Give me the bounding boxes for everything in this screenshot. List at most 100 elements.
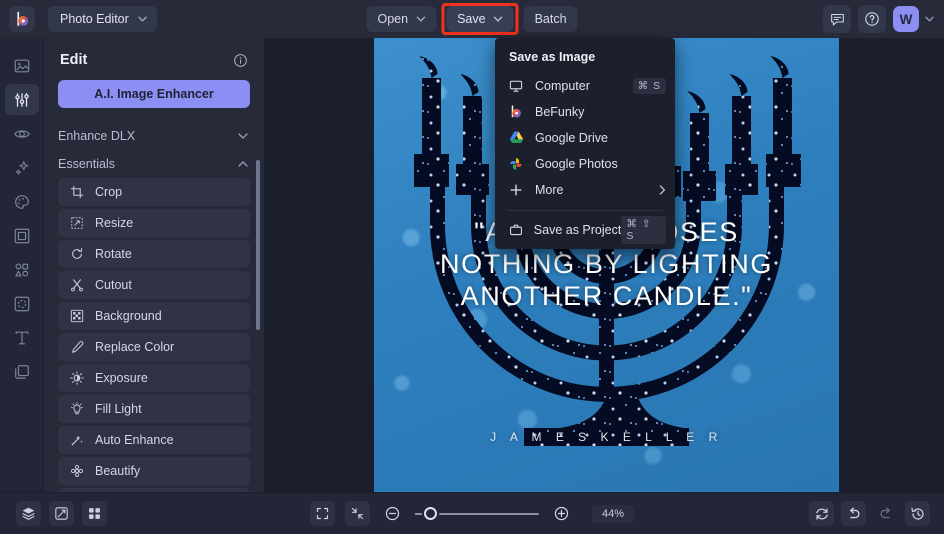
save-label: Save <box>457 12 486 26</box>
chevron-down-icon <box>416 16 425 22</box>
save-menu-item-google-drive[interactable]: Google Drive <box>495 125 675 151</box>
batch-button[interactable]: Batch <box>523 6 578 32</box>
reset-button[interactable] <box>809 501 834 526</box>
open-label: Open <box>377 12 409 26</box>
fit-screen-button[interactable] <box>309 501 335 526</box>
checkerboard-icon <box>69 309 84 324</box>
rotate-icon <box>69 247 84 262</box>
sparkles-icon <box>15 160 28 175</box>
compare-icon <box>55 507 68 520</box>
sliders-icon <box>14 92 29 107</box>
info-icon[interactable] <box>233 53 248 68</box>
eye-icon <box>13 129 30 138</box>
rail-item-cutout[interactable] <box>5 288 39 319</box>
exposure-icon <box>69 371 84 386</box>
module-selector[interactable]: Photo Editor <box>48 6 157 32</box>
google-photos-icon <box>509 157 527 171</box>
batch-label: Batch <box>534 12 567 26</box>
undo-button[interactable] <box>841 501 866 526</box>
zoom-slider-handle[interactable] <box>423 507 437 520</box>
help-circle-icon <box>865 12 879 26</box>
open-button[interactable]: Open <box>366 6 437 32</box>
save-menu-item-save-as-project[interactable]: Save as Project ⌘ ⇧ S <box>495 216 675 244</box>
befunky-logo-button[interactable] <box>9 6 35 32</box>
tool-exposure-label: Exposure <box>95 371 148 385</box>
scissors-icon <box>69 278 84 293</box>
undo-icon <box>849 506 860 518</box>
module-label: Photo Editor <box>60 12 129 26</box>
chevron-down-icon[interactable] <box>925 16 934 22</box>
tool-rotate-label: Rotate <box>95 247 132 261</box>
monitor-icon <box>509 79 527 93</box>
zoom-level[interactable]: 44% <box>591 504 635 523</box>
tool-rotate[interactable]: Rotate <box>58 240 250 268</box>
tool-background[interactable]: Background <box>58 302 250 330</box>
tool-list: Crop Resize Rotate Cutout Background Rep… <box>44 178 264 492</box>
save-button-wrapper: Save <box>441 3 519 35</box>
flower-icon <box>69 464 84 479</box>
redo-button[interactable] <box>873 501 898 526</box>
top-toolbar: Photo Editor Open Save Batch W <box>0 0 944 38</box>
chat-button[interactable] <box>823 5 851 33</box>
layers-button[interactable] <box>16 501 41 526</box>
save-menu-item-computer[interactable]: Computer ⌘ S <box>495 73 675 99</box>
grid-button[interactable] <box>82 501 107 526</box>
tool-beautify[interactable]: Beautify <box>58 457 250 485</box>
zoom-out-icon <box>385 506 400 521</box>
reset-icon <box>815 507 828 520</box>
tool-crop[interactable]: Crop <box>58 178 250 206</box>
tool-cutout[interactable]: Cutout <box>58 271 250 299</box>
save-menu-item-computer-label: Computer <box>535 79 590 93</box>
shrink-button[interactable] <box>344 501 370 526</box>
tool-resize[interactable]: Resize <box>58 209 250 237</box>
tool-fill-light[interactable]: Fill Light <box>58 395 250 423</box>
rail-item-text[interactable] <box>5 322 39 353</box>
rail-item-layers[interactable] <box>5 356 39 387</box>
save-menu-item-befunky-label: BeFunky <box>535 105 585 119</box>
section-enhance-dlx[interactable]: Enhance DLX <box>44 122 264 150</box>
save-button[interactable]: Save <box>446 6 514 32</box>
shrink-icon <box>351 507 364 520</box>
fit-screen-icon <box>316 507 329 520</box>
tool-replace-color[interactable]: Replace Color <box>58 333 250 361</box>
ai-image-enhancer-button[interactable]: A.I. Image Enhancer <box>58 80 250 108</box>
panel-scrollbar[interactable] <box>256 160 260 330</box>
chevron-down-icon <box>493 16 503 22</box>
shapes-icon <box>14 262 28 277</box>
zoom-in-icon <box>554 506 569 521</box>
plus-icon <box>509 183 527 197</box>
bulb-icon <box>69 402 84 417</box>
rail-item-image[interactable] <box>5 50 39 81</box>
rail-item-effects[interactable] <box>5 152 39 183</box>
cutout-icon <box>14 296 29 311</box>
tool-auto-enhance[interactable]: Auto Enhance <box>58 426 250 454</box>
avatar[interactable]: W <box>893 6 919 32</box>
save-menu-item-befunky[interactable]: BeFunky <box>495 99 675 125</box>
history-button[interactable] <box>905 501 930 526</box>
help-button[interactable] <box>858 5 886 33</box>
rail-item-artsy[interactable] <box>5 186 39 217</box>
tool-auto-enhance-label: Auto Enhance <box>95 433 174 447</box>
section-essentials[interactable]: Essentials <box>44 150 264 178</box>
zoom-slider-track[interactable] <box>438 512 539 515</box>
chevron-up-icon <box>238 161 248 167</box>
rail-item-frames[interactable] <box>5 220 39 251</box>
rail-item-edit[interactable] <box>4 84 39 115</box>
section-essentials-label: Essentials <box>58 157 115 171</box>
zoom-in-button[interactable] <box>549 501 574 526</box>
zoom-out-button[interactable] <box>380 501 405 526</box>
edit-panel: Edit A.I. Image Enhancer Enhance DLX Ess… <box>44 38 264 492</box>
zoom-slider[interactable] <box>414 507 539 520</box>
panel-header: Edit <box>44 38 264 78</box>
save-menu-item-more[interactable]: More <box>495 177 675 203</box>
chat-icon <box>830 13 844 25</box>
topbar-right-group: W <box>823 5 944 33</box>
tool-exposure[interactable]: Exposure <box>58 364 250 392</box>
befunky-logo-icon <box>16 11 28 26</box>
rail-item-graphics[interactable] <box>5 254 39 285</box>
save-menu-item-google-photos[interactable]: Google Photos <box>495 151 675 177</box>
slider-dash <box>414 512 422 515</box>
rail-item-retouch[interactable] <box>5 118 39 149</box>
frame-icon <box>14 228 29 243</box>
compare-button[interactable] <box>49 501 74 526</box>
